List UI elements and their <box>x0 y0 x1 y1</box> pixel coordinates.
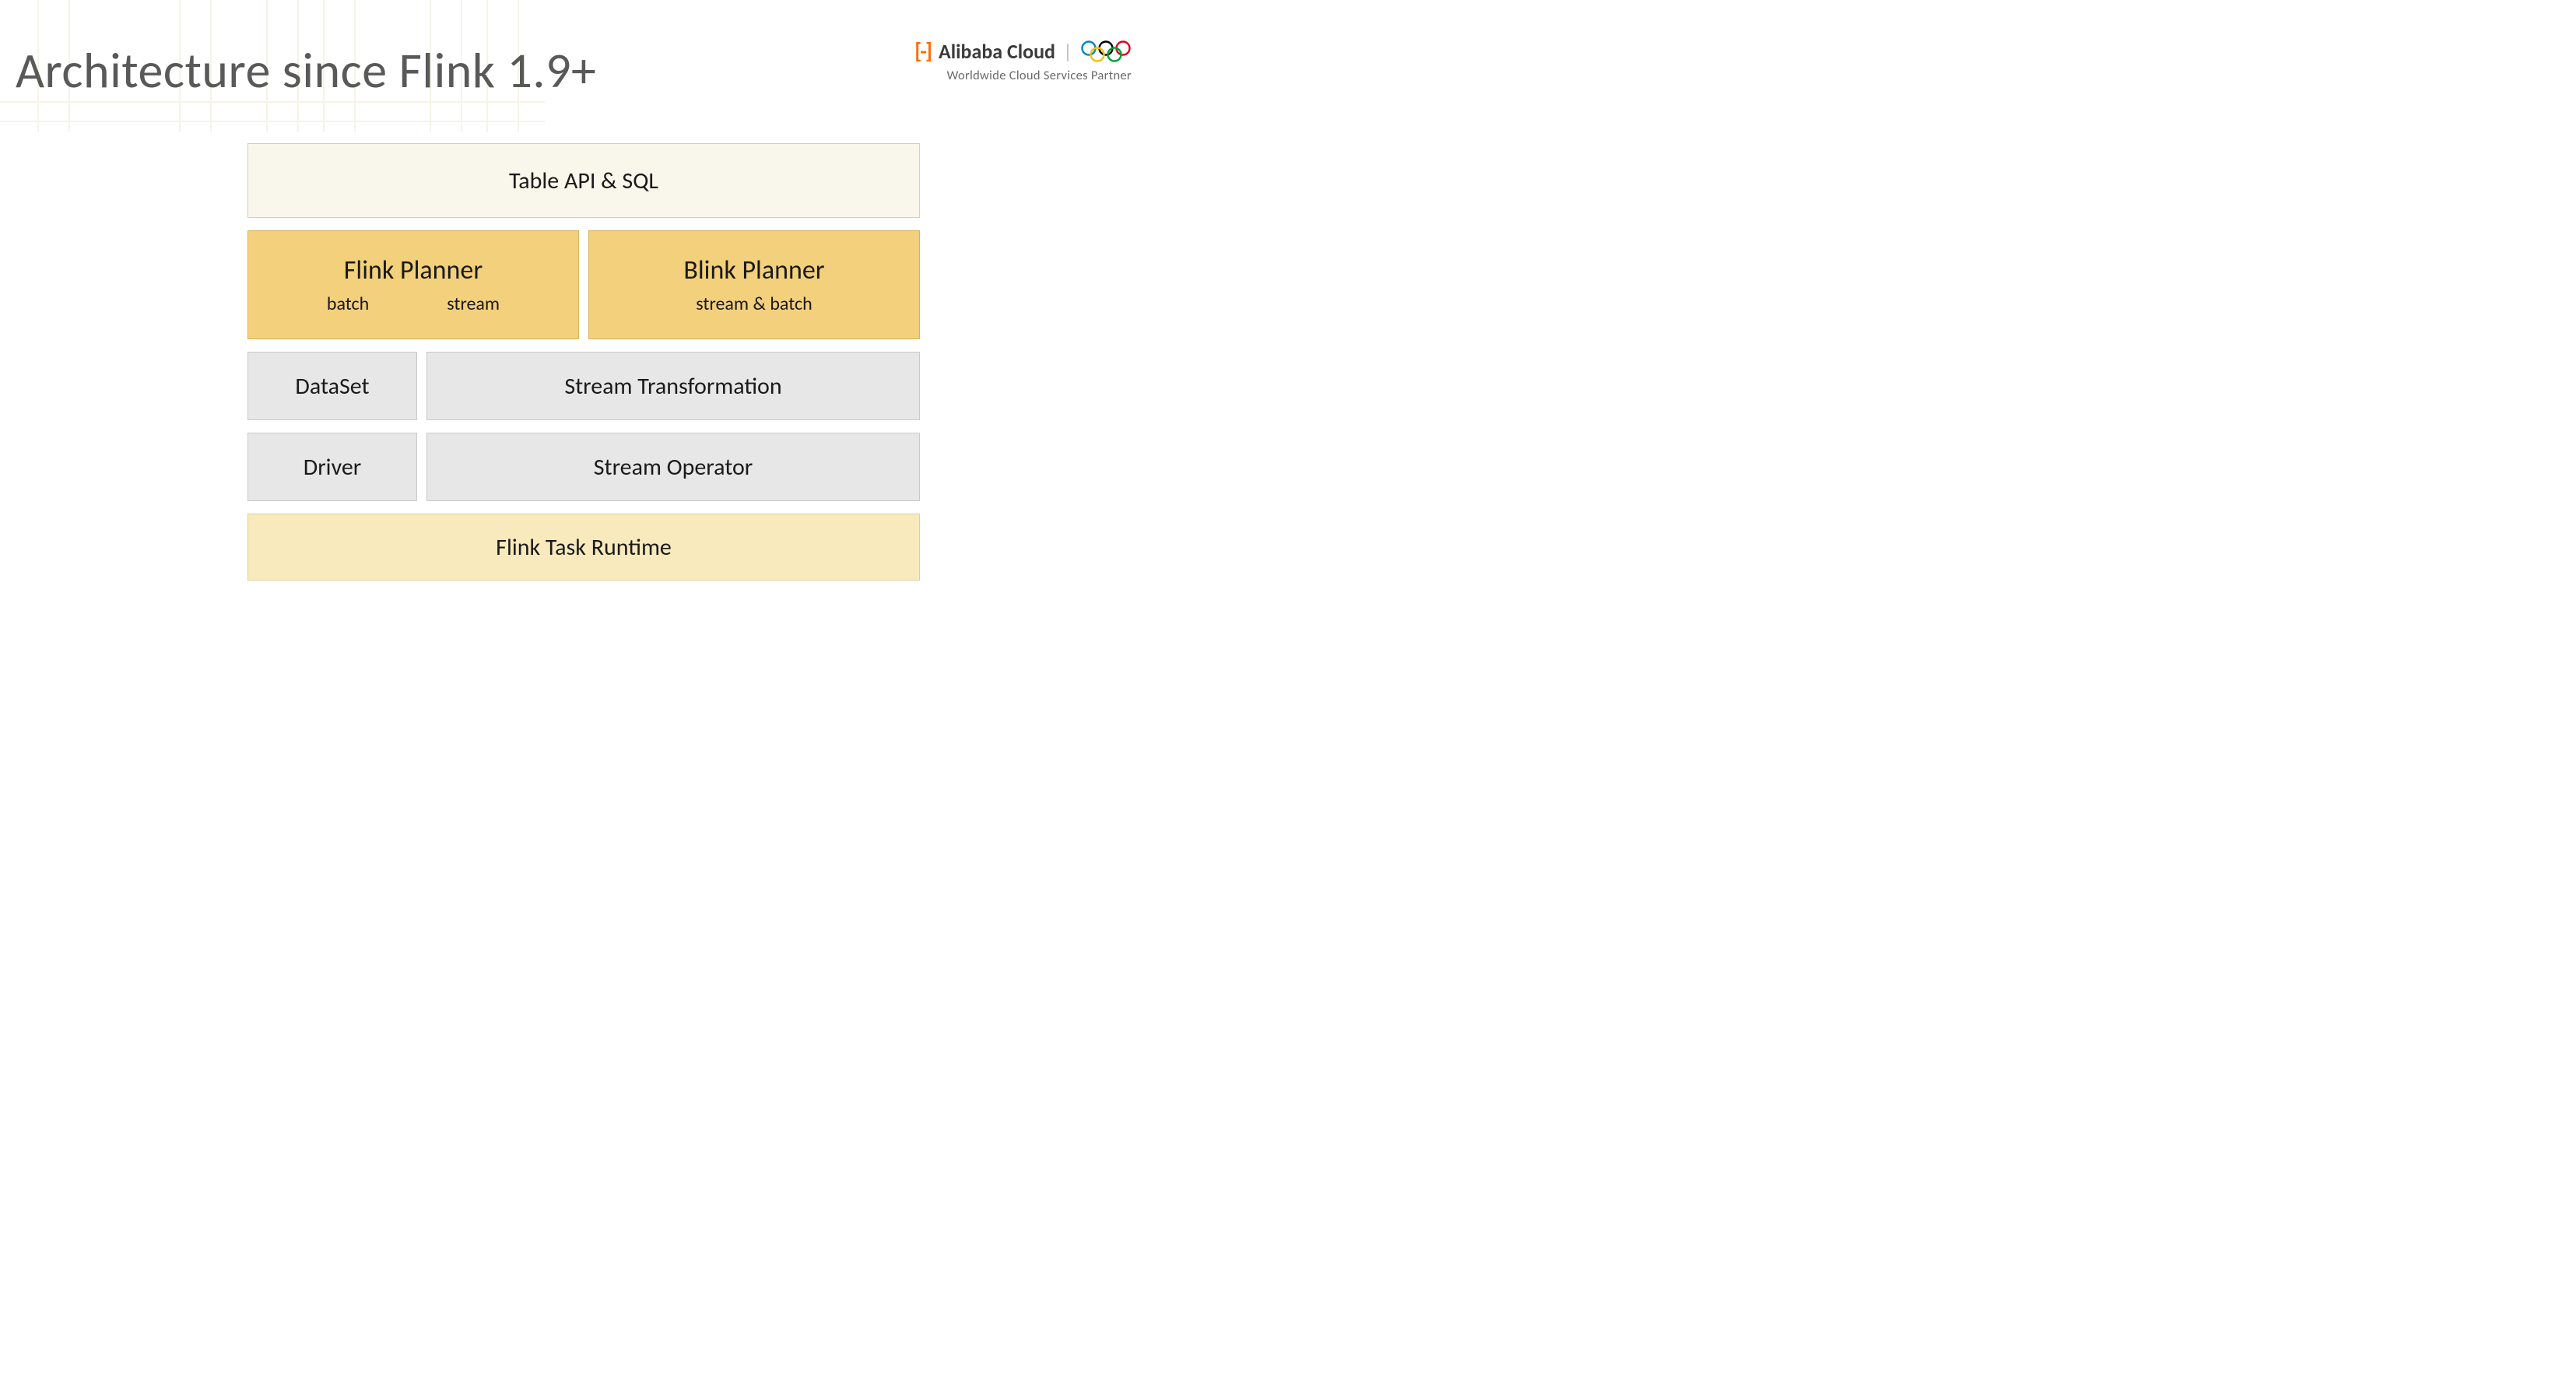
divider-pipe: | <box>1063 39 1072 64</box>
alibaba-bracket-icon: [-] <box>914 37 931 65</box>
layer-table-api-sql: Table API & SQL <box>247 143 920 218</box>
layer-label: Stream Transformation <box>564 372 781 401</box>
layer-label: DataSet <box>295 372 369 401</box>
planner-title: Flink Planner <box>344 254 483 286</box>
slide-title: Architecture since Flink 1.9+ <box>16 40 596 101</box>
layer-blink-planner: Blink Planner stream & batch <box>588 230 920 339</box>
planner-mode-batch: batch <box>327 293 369 315</box>
layer-dataset: DataSet <box>247 352 417 420</box>
olympic-rings-icon <box>1080 40 1132 63</box>
brand-name: Alibaba Cloud <box>939 39 1055 64</box>
layer-label: Driver <box>304 453 361 482</box>
brand-tagline: Worldwide Cloud Services Partner <box>947 68 1132 83</box>
layer-label: Flink Task Runtime <box>496 533 672 562</box>
partner-logo-block: [-] Alibaba Cloud | Worldwide Cloud Serv… <box>914 37 1132 83</box>
planner-mode-stream: stream <box>447 293 500 315</box>
architecture-diagram: Table API & SQL Flink Planner batch stre… <box>247 143 920 581</box>
planner-title: Blink Planner <box>683 254 824 286</box>
layer-flink-task-runtime: Flink Task Runtime <box>247 514 920 581</box>
layer-label: Stream Operator <box>594 453 753 482</box>
layer-label: Table API & SQL <box>509 167 658 195</box>
layer-stream-operator: Stream Operator <box>426 433 920 501</box>
planner-mode: stream & batch <box>696 293 812 315</box>
layer-stream-transformation: Stream Transformation <box>426 352 920 420</box>
layer-driver: Driver <box>247 433 417 501</box>
layer-flink-planner: Flink Planner batch stream <box>247 230 579 339</box>
